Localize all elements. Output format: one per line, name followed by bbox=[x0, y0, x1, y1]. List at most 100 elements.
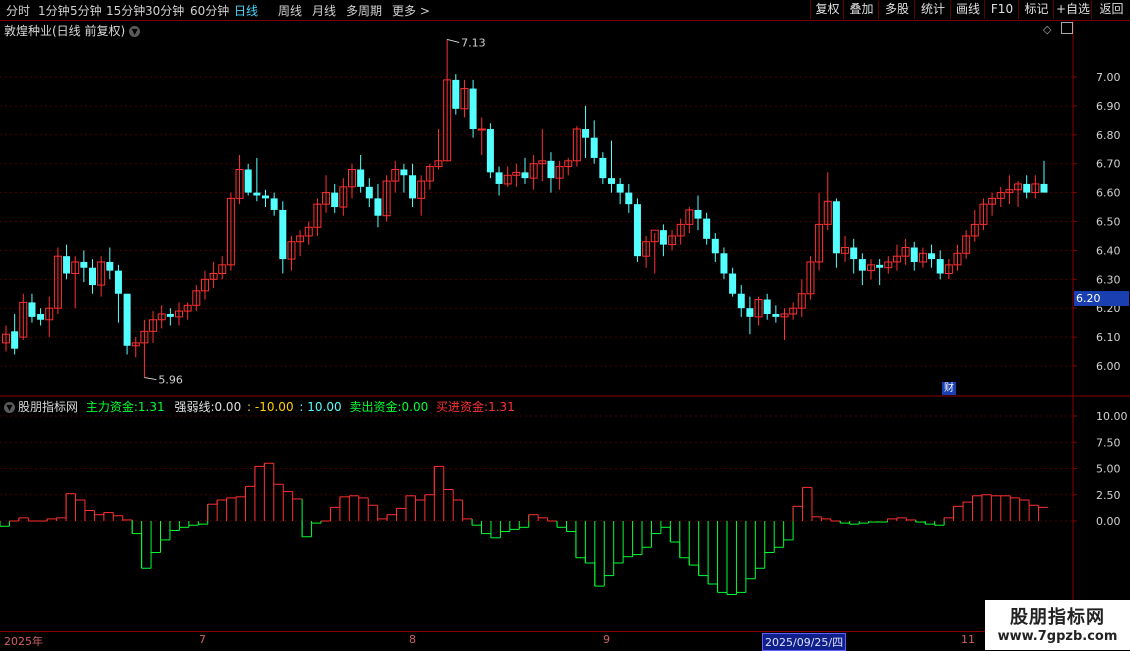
chevron-down-icon[interactable]: ▼ bbox=[4, 402, 15, 413]
candle-body-down bbox=[521, 172, 529, 179]
candle-body-down bbox=[270, 198, 278, 210]
low-price-label: 5.96 bbox=[158, 374, 183, 387]
candle-body-down bbox=[262, 195, 269, 199]
candle-body-down bbox=[244, 169, 252, 193]
buy-fund-label: 买进资金: bbox=[436, 400, 489, 414]
period-tab[interactable]: 日线 bbox=[234, 2, 258, 19]
toolbar-button[interactable]: 叠加 bbox=[843, 0, 879, 19]
price-tick-label: 6.80 bbox=[1096, 129, 1121, 142]
toolbar-button[interactable]: 复权 bbox=[810, 0, 844, 19]
candle-body-down bbox=[858, 259, 866, 271]
indicator-tick-label: 10.00 bbox=[1096, 410, 1128, 423]
price-tick-label: 6.90 bbox=[1096, 100, 1121, 113]
panel-toggle-icon[interactable] bbox=[1061, 22, 1073, 34]
candle-body-down bbox=[114, 270, 122, 294]
price-tick-label: 6.40 bbox=[1096, 244, 1121, 257]
toolbar-button[interactable]: 返回 bbox=[1091, 0, 1130, 19]
candle-body-down bbox=[357, 169, 365, 187]
time-label: 9 bbox=[603, 633, 610, 646]
candle-body-down bbox=[633, 204, 641, 257]
candle-body-down bbox=[400, 169, 408, 176]
candle-body-down bbox=[89, 267, 96, 286]
candle-body-down bbox=[28, 302, 36, 317]
candle-body-down bbox=[279, 209, 287, 260]
toolbar-button[interactable]: F10 bbox=[984, 0, 1019, 19]
price-tick-label: 6.70 bbox=[1096, 158, 1121, 171]
watermark-url: www.7gpzb.com bbox=[997, 629, 1118, 644]
main-fund-label: 主力资金: bbox=[85, 400, 138, 414]
chevron-down-icon[interactable]: ▼ bbox=[129, 26, 141, 37]
candle-body-up bbox=[477, 128, 486, 131]
period-tab[interactable]: 分时 bbox=[6, 2, 30, 19]
indicator-tick-label: 7.50 bbox=[1096, 436, 1121, 449]
price-tick-label: 6.50 bbox=[1096, 216, 1121, 229]
period-toolbar: 分时 1分钟 5分钟 15分钟 30分钟 60分钟 日线 周线 月线 多周期 更多 > 复权 叠加 多股统… bbox=[0, 0, 1130, 21]
price-tick-label: 6.00 bbox=[1096, 360, 1121, 373]
toolbar-button[interactable]: 画线 bbox=[950, 0, 985, 19]
candle-body-down bbox=[850, 247, 858, 260]
candle-body-down bbox=[876, 264, 884, 268]
plus10-value: : 10.00 bbox=[299, 400, 342, 414]
period-tab[interactable]: 月线 bbox=[312, 2, 336, 19]
price-tick-label: 6.10 bbox=[1096, 331, 1121, 344]
current-price-badge: 6.20 bbox=[1074, 291, 1129, 306]
candle-body-down bbox=[625, 192, 633, 205]
candle-body-down bbox=[331, 192, 339, 208]
minus10-value: : -10.00 bbox=[247, 400, 294, 414]
indicator-name: 股朋指标网 bbox=[18, 400, 79, 414]
toolbar-button[interactable]: 标记 bbox=[1018, 0, 1054, 19]
indicator-tick-label: 0.00 bbox=[1096, 515, 1121, 528]
buy-fund-value: 1.31 bbox=[488, 400, 515, 414]
period-tab[interactable]: 更多 > bbox=[392, 2, 430, 19]
period-tab[interactable]: 30分钟 bbox=[145, 2, 184, 19]
sell-fund-value: 0.00 bbox=[401, 400, 429, 414]
high-pointer bbox=[447, 38, 460, 43]
period-tab[interactable]: 多周期 bbox=[346, 2, 382, 19]
candle-body-down bbox=[365, 186, 373, 199]
chart-area[interactable]: 7.00 6.90 6.80 6.70 6.60 6.50 6.40 6.30 6.20 6.10… bbox=[0, 21, 1130, 631]
selected-date-badge: 2025/09/25/四 bbox=[762, 633, 847, 651]
candle-body-down bbox=[37, 313, 45, 320]
candle-body-down bbox=[729, 273, 737, 294]
toolbar-button[interactable]: 多股 bbox=[878, 0, 915, 19]
candle-body-down bbox=[123, 293, 131, 346]
candle-body-down bbox=[711, 238, 719, 254]
stock-title-row: 敦煌种业(日线 前复权) ▼ bbox=[4, 22, 141, 39]
diamond-icon[interactable]: ◇ bbox=[1043, 23, 1051, 36]
price-tick-label: 7.00 bbox=[1096, 71, 1121, 84]
candle-body-down bbox=[486, 129, 494, 173]
time-axis[interactable]: 2025年 7 8 9 2025/09/25/四 11 bbox=[0, 631, 1130, 651]
time-label: 11 bbox=[961, 633, 975, 646]
indicator-tick-label: 5.00 bbox=[1096, 463, 1121, 476]
candle-body-down bbox=[590, 137, 598, 158]
period-tab[interactable]: 60分钟 bbox=[190, 2, 229, 19]
candle-body-down bbox=[80, 261, 88, 268]
time-label: 8 bbox=[409, 633, 416, 646]
candle-body-down bbox=[659, 230, 667, 245]
period-tab[interactable]: 周线 bbox=[278, 2, 302, 19]
period-tab[interactable]: 5分钟 bbox=[70, 2, 102, 19]
time-label: 2025年 bbox=[4, 635, 43, 648]
candle-body-down bbox=[703, 218, 711, 239]
candle-body-down bbox=[106, 261, 114, 271]
candle-body-down bbox=[746, 308, 754, 317]
candle-body-down bbox=[63, 256, 71, 274]
candle-body-down bbox=[694, 209, 702, 219]
candle-body-down bbox=[763, 299, 771, 314]
sell-fund-label: 卖出资金: bbox=[349, 400, 402, 414]
candle-body-down bbox=[452, 79, 460, 109]
period-tab[interactable]: 1分钟 bbox=[38, 2, 70, 19]
low-pointer bbox=[144, 377, 157, 381]
strength-label: 强弱线: bbox=[174, 400, 215, 414]
toolbar-button[interactable]: +自选 bbox=[1053, 0, 1092, 19]
stock-title: 敦煌种业(日线 前复权) bbox=[4, 24, 126, 38]
candle-body-down bbox=[616, 183, 624, 193]
period-tab[interactable]: 15分钟 bbox=[106, 2, 145, 19]
toolbar-button[interactable]: 统计 bbox=[914, 0, 951, 19]
candle-body-down bbox=[166, 313, 174, 317]
candle-body-down bbox=[936, 259, 944, 274]
candle-body-down bbox=[1040, 183, 1048, 193]
finance-event-badge[interactable]: 财 bbox=[942, 382, 956, 395]
indicator-title-row: ▼ 股朋指标网 主力资金: 1.31 强弱线: 0.00 : -10.00 : 10.… bbox=[4, 398, 515, 415]
price-tick-label: 6.60 bbox=[1096, 187, 1121, 200]
